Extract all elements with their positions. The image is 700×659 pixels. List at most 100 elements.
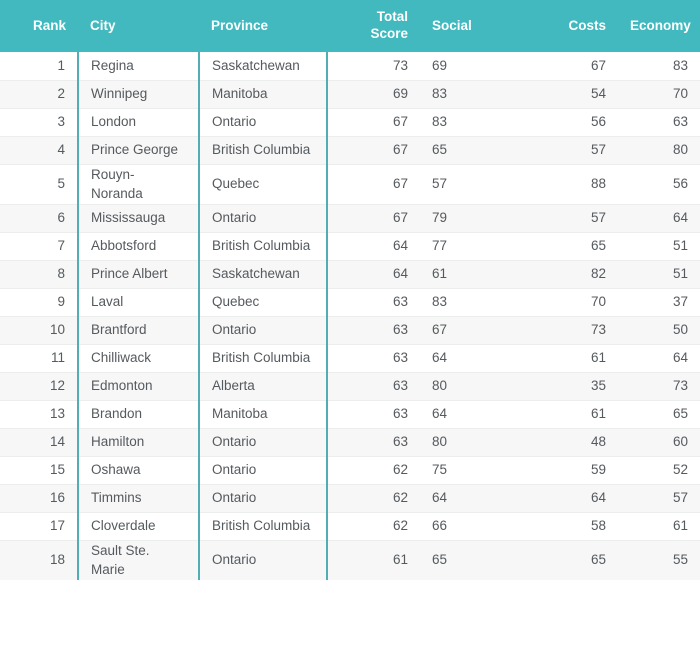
table-row[interactable]: 2 Winnipeg Manitoba 69 83 54 70 [0, 79, 700, 108]
table-row[interactable]: 7 Abbotsford British Columbia 64 77 65 51 [0, 231, 700, 261]
cell-city: Winnipeg [78, 79, 200, 108]
cell-economy: 64 [618, 203, 700, 233]
cell-costs: 65 [525, 539, 618, 580]
cell-city: Oshawa [78, 455, 200, 485]
table-row[interactable]: 12 Edmonton Alberta 63 80 35 73 [0, 371, 700, 401]
cell-economy: 64 [618, 343, 700, 373]
cell-province: Ontario [199, 539, 328, 580]
cell-city: Brandon [78, 399, 200, 429]
column-header-city[interactable]: City [78, 0, 199, 52]
cell-costs: 61 [525, 399, 618, 429]
cell-economy: 52 [618, 455, 700, 485]
cell-costs: 67 [525, 52, 618, 80]
cell-total-score: 67 [327, 135, 420, 164]
cell-province: Manitoba [199, 399, 328, 429]
table-row[interactable]: 11 Chilliwack British Columbia 63 64 61 64 [0, 343, 700, 373]
cell-rank: 17 [0, 511, 79, 541]
cell-province: Ontario [199, 107, 328, 136]
table-row[interactable]: 4 Prince George British Columbia 67 65 57 80 [0, 135, 700, 164]
cell-social: 65 [420, 539, 525, 580]
cell-costs: 82 [525, 259, 618, 289]
cell-costs: 73 [525, 315, 618, 345]
cell-economy: 83 [618, 52, 700, 80]
cell-costs: 35 [525, 371, 618, 401]
cell-social: 67 [420, 315, 525, 345]
cell-economy: 61 [618, 511, 700, 541]
table-row[interactable]: 8 Prince Albert Saskatchewan 64 61 82 51 [0, 259, 700, 289]
cell-costs: 48 [525, 427, 618, 457]
cell-social: 80 [420, 371, 525, 401]
cell-economy: 70 [618, 79, 700, 108]
cell-rank: 15 [0, 455, 79, 485]
table-header: Rank City Province Total Score Social Co… [0, 0, 700, 52]
cell-economy: 37 [618, 287, 700, 317]
cell-rank: 10 [0, 315, 79, 345]
cell-province: British Columbia [199, 511, 328, 541]
column-header-social[interactable]: Social [420, 0, 525, 52]
cell-social: 64 [420, 343, 525, 373]
cell-rank: 11 [0, 343, 79, 373]
ranking-table: Rank City Province Total Score Social Co… [0, 0, 700, 580]
column-header-total-score[interactable]: Total Score [327, 0, 420, 52]
cell-total-score: 62 [327, 455, 420, 485]
cell-total-score: 63 [327, 371, 420, 401]
table-row[interactable]: 13 Brandon Manitoba 63 64 61 65 [0, 399, 700, 429]
cell-costs: 54 [525, 79, 618, 108]
cell-city: Edmonton [78, 371, 200, 401]
cell-province: Ontario [199, 427, 328, 457]
table-row[interactable]: 5 Rouyn-Noranda Quebec 67 57 88 56 [0, 163, 700, 205]
cell-total-score: 62 [327, 483, 420, 513]
cell-economy: 51 [618, 231, 700, 261]
cell-province: Quebec [199, 287, 328, 317]
cell-rank: 12 [0, 371, 79, 401]
cell-total-score: 63 [327, 287, 420, 317]
cell-city: Rouyn-Noranda [78, 163, 200, 205]
cell-city: London [78, 107, 200, 136]
table-row[interactable]: 18 Sault Ste. Marie Ontario 61 65 65 55 [0, 539, 700, 580]
cell-economy: 51 [618, 259, 700, 289]
cell-social: 83 [420, 107, 525, 136]
column-header-province[interactable]: Province [199, 0, 327, 52]
column-header-costs[interactable]: Costs [525, 0, 618, 52]
cell-costs: 57 [525, 203, 618, 233]
cell-total-score: 64 [327, 231, 420, 261]
table-row[interactable]: 16 Timmins Ontario 62 64 64 57 [0, 483, 700, 513]
cell-social: 79 [420, 203, 525, 233]
table-row[interactable]: 3 London Ontario 67 83 56 63 [0, 107, 700, 136]
cell-city: Regina [78, 52, 200, 80]
column-header-economy[interactable]: Economy [618, 0, 700, 52]
cell-costs: 64 [525, 483, 618, 513]
cell-province: Manitoba [199, 79, 328, 108]
table-row[interactable]: 1 Regina Saskatchewan 73 69 67 83 [0, 52, 700, 80]
cell-total-score: 67 [327, 203, 420, 233]
cell-city: Timmins [78, 483, 200, 513]
table-row[interactable]: 6 Mississauga Ontario 67 79 57 64 [0, 203, 700, 233]
cell-province: British Columbia [199, 135, 328, 164]
table-header-row: Rank City Province Total Score Social Co… [0, 0, 700, 52]
table-row[interactable]: 15 Oshawa Ontario 62 75 59 52 [0, 455, 700, 485]
cell-total-score: 63 [327, 315, 420, 345]
cell-total-score: 63 [327, 399, 420, 429]
cell-total-score: 62 [327, 511, 420, 541]
table-row[interactable]: 9 Laval Quebec 63 83 70 37 [0, 287, 700, 317]
cell-economy: 50 [618, 315, 700, 345]
cell-city: Abbotsford [78, 231, 200, 261]
table-row[interactable]: 17 Cloverdale British Columbia 62 66 58 61 [0, 511, 700, 541]
cell-rank: 7 [0, 231, 79, 261]
cell-total-score: 69 [327, 79, 420, 108]
cell-city: Hamilton [78, 427, 200, 457]
cell-social: 66 [420, 511, 525, 541]
table-row[interactable]: 10 Brantford Ontario 63 67 73 50 [0, 315, 700, 345]
cell-city: Brantford [78, 315, 200, 345]
cell-social: 83 [420, 287, 525, 317]
cell-rank: 16 [0, 483, 79, 513]
cell-province: Ontario [199, 455, 328, 485]
cell-rank: 14 [0, 427, 79, 457]
cell-costs: 58 [525, 511, 618, 541]
cell-province: Saskatchewan [199, 52, 328, 80]
column-header-rank[interactable]: Rank [0, 0, 78, 52]
table-row[interactable]: 14 Hamilton Ontario 63 80 48 60 [0, 427, 700, 457]
cell-rank: 2 [0, 79, 79, 108]
cell-economy: 80 [618, 135, 700, 164]
cell-social: 80 [420, 427, 525, 457]
